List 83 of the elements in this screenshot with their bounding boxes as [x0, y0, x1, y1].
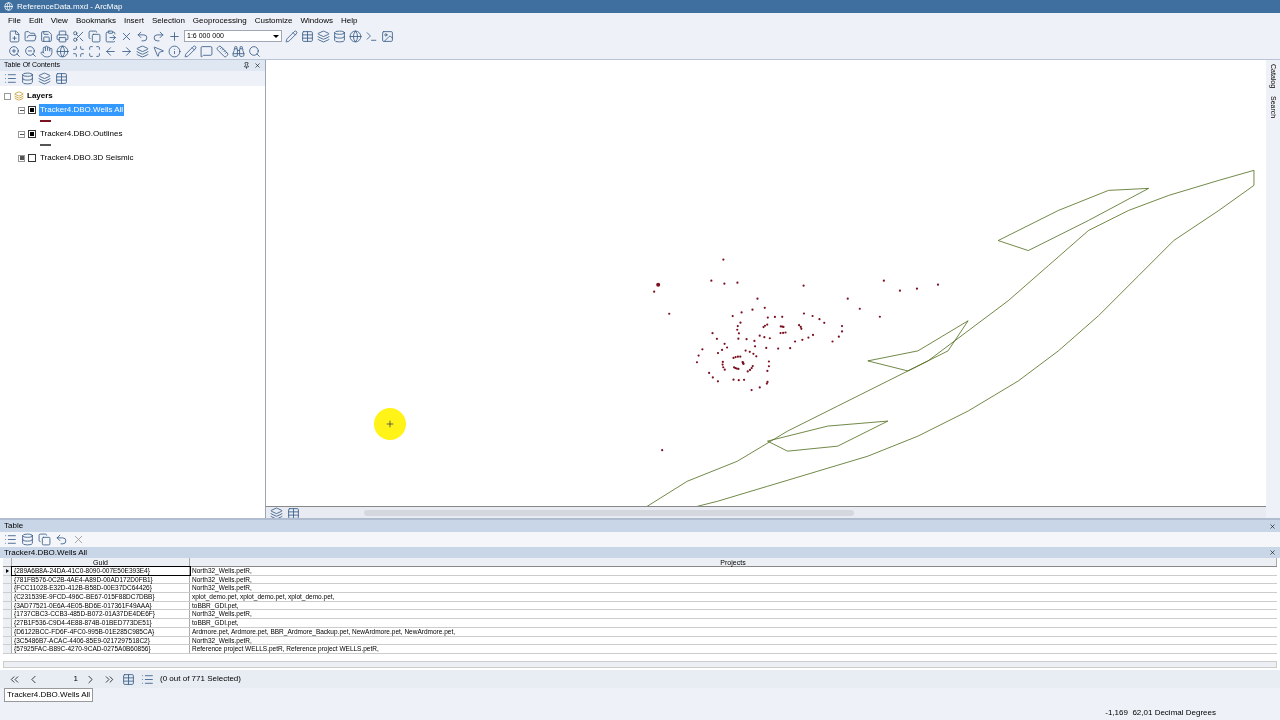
data-view-icon[interactable] — [287, 506, 300, 520]
tree-item[interactable]: Layers — [27, 90, 53, 102]
table-options-icon[interactable] — [4, 533, 17, 546]
pointer-icon[interactable] — [152, 45, 165, 58]
edit-icon[interactable] — [285, 29, 298, 43]
related-tables-icon[interactable] — [21, 533, 34, 546]
menu-item[interactable]: Insert — [119, 14, 148, 27]
layer-name[interactable]: Tracker4.DBO.Outlines — [39, 128, 124, 140]
record-field[interactable]: 1 — [46, 673, 78, 685]
pencil-icon[interactable] — [184, 45, 197, 58]
find-icon[interactable] — [232, 45, 245, 58]
crosshair-icon — [385, 419, 395, 429]
collapse-toggle[interactable] — [4, 92, 11, 100]
close-icon[interactable] — [1269, 522, 1276, 530]
database-icon[interactable] — [21, 72, 34, 85]
delete-icon[interactable] — [72, 533, 85, 546]
selection-count: (0 out of 771 Selected) — [160, 673, 241, 685]
new-icon[interactable] — [8, 29, 21, 43]
list-icon[interactable] — [4, 72, 17, 85]
undo-icon[interactable] — [136, 29, 149, 43]
table-tab[interactable]: Tracker4.DBO.Wells All — [4, 546, 88, 559]
menu-item[interactable]: Bookmarks — [71, 14, 120, 27]
collapse-toggle[interactable] — [18, 130, 25, 138]
switch-icon[interactable] — [55, 533, 68, 546]
full-extent-icon[interactable] — [56, 45, 69, 58]
layer-checkbox[interactable] — [28, 154, 36, 162]
layers-icon[interactable] — [38, 72, 51, 85]
globe-icon[interactable] — [349, 29, 362, 43]
menu-item[interactable]: File — [4, 14, 25, 27]
layer-name[interactable]: Tracker4.DBO.3D Seismic — [39, 152, 135, 164]
close-icon[interactable] — [254, 62, 261, 69]
paste-icon[interactable] — [104, 29, 117, 43]
layer-checkbox[interactable] — [28, 130, 36, 138]
table-icon[interactable] — [55, 72, 68, 85]
layers-icon[interactable] — [317, 29, 330, 43]
redo-icon[interactable] — [152, 29, 165, 43]
cut-icon[interactable] — [72, 29, 85, 43]
menu-item[interactable]: Selection — [147, 14, 189, 27]
database-icon[interactable] — [333, 29, 346, 43]
layers-icon[interactable] — [136, 45, 149, 58]
menu-item[interactable]: Windows — [296, 14, 337, 27]
row-selector[interactable] — [3, 567, 12, 575]
folder-icon[interactable] — [24, 29, 37, 43]
table-icon[interactable] — [301, 29, 314, 43]
search-icon[interactable] — [248, 45, 261, 58]
menu-item[interactable]: Customize — [250, 14, 297, 27]
print-icon[interactable] — [56, 29, 69, 43]
horizontal-scrollbar[interactable] — [364, 510, 854, 517]
back-icon[interactable] — [104, 45, 117, 58]
show-all-icon[interactable] — [122, 672, 135, 686]
zoom-out-icon[interactable] — [24, 45, 37, 58]
layer-checkbox[interactable] — [28, 106, 36, 114]
menu-item[interactable]: Help — [336, 14, 362, 27]
save-icon[interactable] — [40, 29, 53, 43]
tip-icon[interactable] — [200, 45, 213, 58]
zoom-in-icon[interactable] — [8, 45, 21, 58]
menu-item[interactable]: Geoprocessing — [188, 14, 251, 27]
horizontal-scrollbar[interactable] — [3, 661, 1277, 668]
close-icon[interactable] — [1269, 549, 1276, 556]
menu-item[interactable]: Edit — [24, 14, 47, 27]
add-data-icon[interactable] — [168, 29, 181, 43]
fixed-zoom-out-icon[interactable] — [88, 45, 101, 58]
select-icon[interactable] — [38, 533, 51, 546]
identify-icon[interactable] — [168, 45, 181, 58]
app-icon — [4, 2, 13, 11]
expand-toggle[interactable] — [18, 154, 25, 162]
fixed-zoom-in-icon[interactable] — [72, 45, 85, 58]
window-icon[interactable] — [365, 29, 378, 43]
measure-icon[interactable] — [216, 45, 229, 58]
image-icon[interactable] — [381, 29, 394, 43]
window-title: ReferenceData.mxd - ArcMap — [17, 0, 123, 13]
show-selected-icon[interactable] — [141, 672, 154, 686]
menu-item[interactable]: View — [46, 14, 72, 27]
status-tab[interactable]: Tracker4.DBO.Wells All — [4, 688, 94, 702]
layers-icon — [14, 91, 24, 101]
panel-title: Table — [4, 520, 24, 532]
layout-view-icon[interactable] — [270, 506, 283, 520]
coordinates: -1,169 62,01 Decimal Degrees — [1105, 707, 1216, 719]
forward-icon[interactable] — [120, 45, 133, 58]
copy-icon[interactable] — [88, 29, 101, 43]
collapse-toggle[interactable] — [18, 106, 25, 114]
pin-icon[interactable] — [243, 62, 250, 69]
pan-icon[interactable] — [40, 45, 53, 58]
